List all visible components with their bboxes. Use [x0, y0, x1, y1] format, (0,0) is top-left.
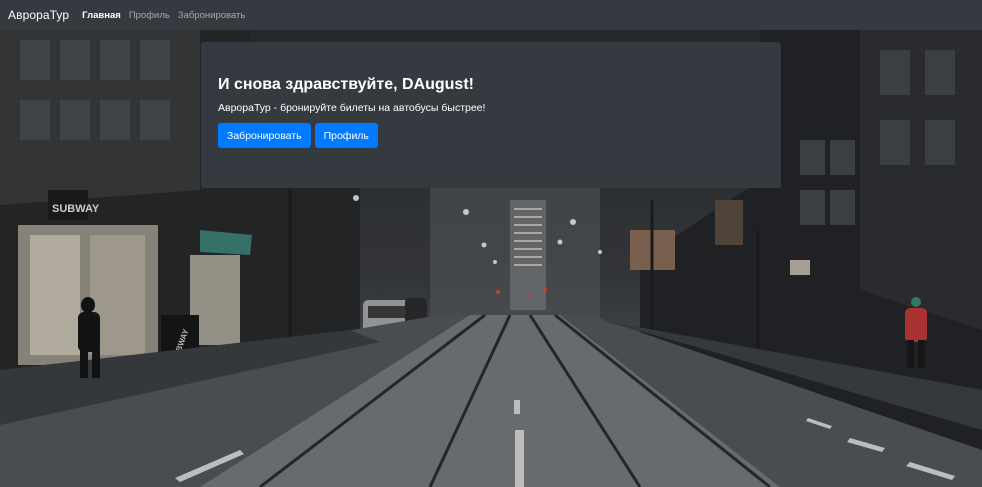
nav-link-home[interactable]: Главная: [82, 10, 121, 21]
brand-link[interactable]: АврораТур: [8, 8, 69, 22]
jumbotron-button-row: Забронировать Профиль: [218, 123, 764, 148]
nav-link-book[interactable]: Забронировать: [178, 10, 245, 21]
top-navbar: АврораТур Главная Профиль Забронировать: [0, 0, 982, 30]
welcome-jumbotron: И снова здравствуйте, DAugust! АврораТур…: [201, 42, 781, 188]
profile-button[interactable]: Профиль: [314, 123, 378, 148]
book-button[interactable]: Забронировать: [218, 123, 311, 148]
welcome-heading: И снова здравствуйте, DAugust!: [218, 76, 474, 93]
nav-link-profile[interactable]: Профиль: [129, 10, 170, 21]
welcome-lead-text: АврораТур - бронируйте билеты на автобус…: [218, 102, 486, 114]
